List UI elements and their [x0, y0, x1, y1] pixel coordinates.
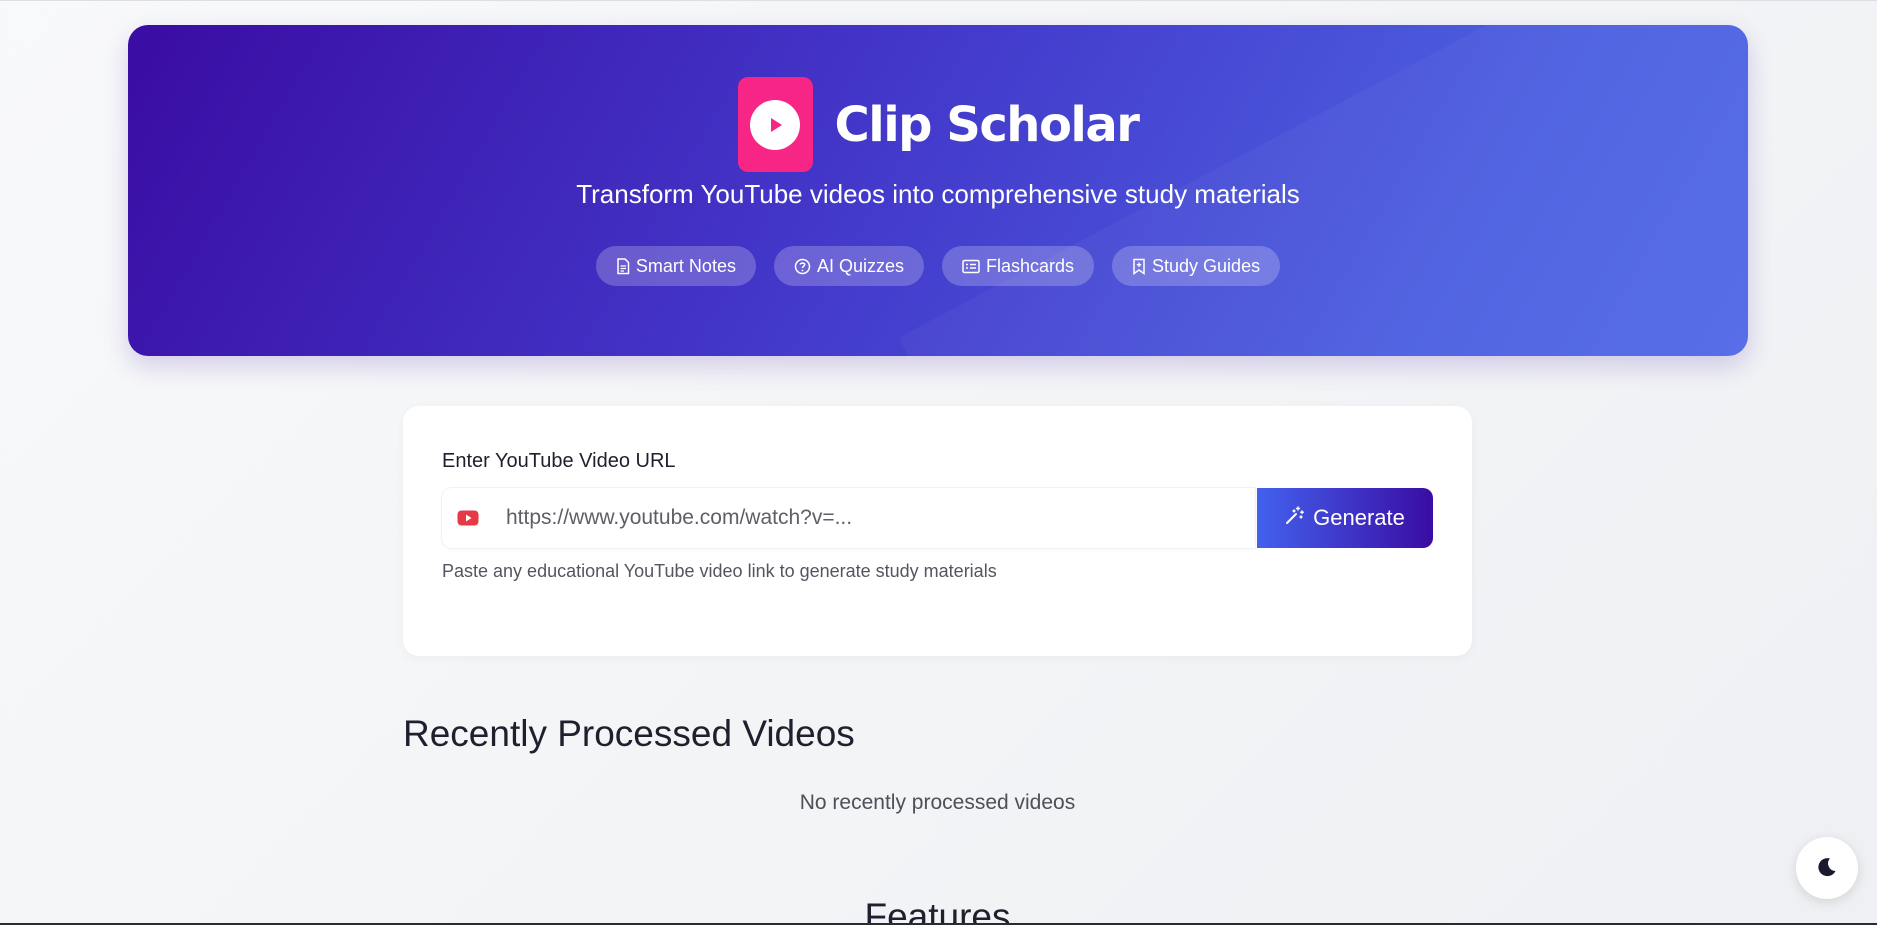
hero-banner: Clip Scholar Transform YouTube videos in…	[128, 25, 1748, 356]
feature-pills: Smart Notes AI Quizzes Flashcards Study …	[128, 246, 1748, 286]
feature-pill-ai-quizzes: AI Quizzes	[773, 246, 924, 286]
document-icon	[616, 257, 630, 275]
feature-pill-study-guides: Study Guides	[1112, 246, 1281, 286]
url-help-text: Paste any educational YouTube video link…	[442, 561, 997, 581]
theme-toggle-button[interactable]	[1796, 837, 1858, 899]
app-subtitle: Transform YouTube videos into comprehens…	[576, 179, 1300, 209]
feature-pill-flashcards: Flashcards	[941, 246, 1095, 286]
recent-videos-empty: No recently processed videos	[799, 791, 1076, 814]
card-list-icon	[962, 259, 980, 274]
url-input-wrapper	[442, 488, 1255, 548]
feature-pill-label: Study Guides	[1152, 255, 1261, 276]
features-section-title: Features	[864, 896, 1011, 925]
feature-pill-label: AI Quizzes	[816, 255, 904, 276]
youtube-url-input[interactable]	[506, 506, 1246, 530]
brand: Clip Scholar	[128, 77, 1748, 172]
generate-button[interactable]: Generate	[1257, 488, 1433, 548]
feature-pill-label: Flashcards	[985, 255, 1075, 276]
url-form-label: Enter YouTube Video URL	[442, 450, 676, 472]
question-circle-icon	[794, 258, 811, 275]
bookmark-icon	[1132, 258, 1146, 275]
logo	[737, 77, 813, 172]
feature-pill-smart-notes: Smart Notes	[595, 246, 756, 286]
magic-wand-icon	[1285, 505, 1305, 531]
moon-icon	[1816, 856, 1838, 881]
play-icon	[750, 99, 801, 150]
generate-button-label: Generate	[1313, 505, 1405, 530]
recent-videos-title: Recently Processed Videos	[403, 713, 855, 754]
app-title: Clip Scholar	[834, 96, 1140, 153]
youtube-icon	[457, 510, 479, 526]
url-form-card: Enter YouTube Video URL Generate Paste a…	[403, 406, 1472, 656]
feature-pill-label: Smart Notes	[635, 255, 736, 276]
